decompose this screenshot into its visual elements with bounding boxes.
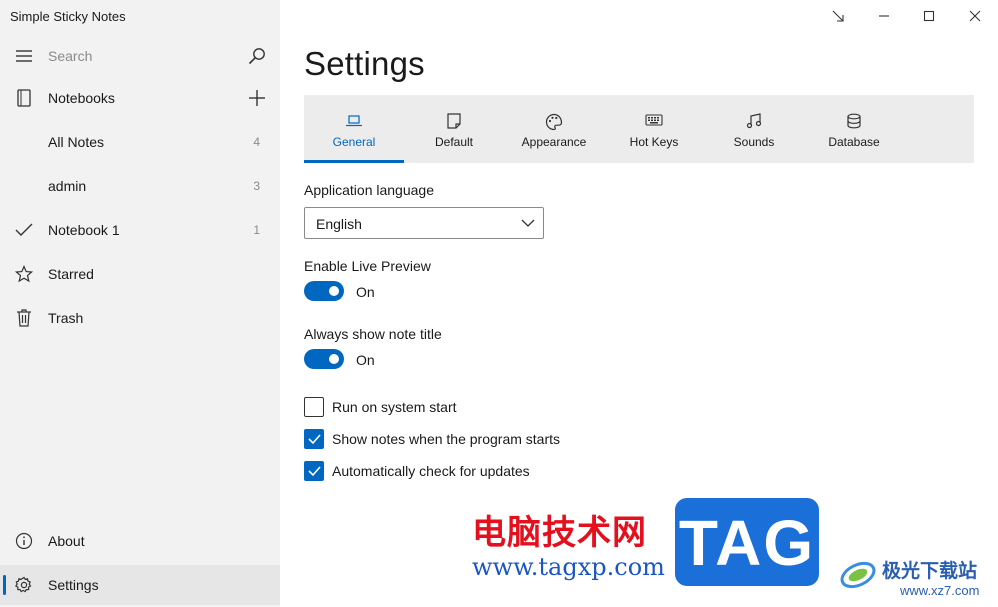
sidebar-item-label: Starred (48, 266, 94, 282)
database-icon (804, 113, 904, 131)
auto-update-label: Automatically check for updates (332, 463, 530, 479)
watermark-cn-text: 电脑技术网 (472, 513, 647, 553)
sidebar-item-notebooks[interactable]: Notebooks (0, 78, 280, 118)
tab-label: General (332, 135, 376, 149)
sidebar-item-all-notes[interactable]: All Notes 4 (0, 122, 280, 162)
add-notebook-icon[interactable] (246, 87, 268, 109)
hamburger-menu-icon[interactable] (14, 46, 34, 66)
search-row[interactable]: Search (0, 36, 280, 76)
active-tab-indicator (304, 160, 404, 163)
run-on-startup-checkbox[interactable] (304, 397, 324, 417)
toggle-knob (329, 354, 339, 364)
keyboard-icon (604, 113, 704, 131)
maximize-icon (923, 10, 935, 22)
watermark-site-name: 极光下载站 (882, 561, 978, 582)
tab-hot-keys[interactable]: Hot Keys (604, 95, 704, 163)
watermark-url: www.tagxp.com (472, 553, 665, 581)
watermark-swirl-logo-icon (838, 553, 878, 593)
app-window: Simple Sticky Notes Search Notebooks All… (0, 0, 998, 607)
sidebar-item-notebook-1[interactable]: Notebook 1 1 (0, 210, 280, 250)
language-label: Application language (304, 182, 434, 198)
show-notes-on-start-label: Show notes when the program starts (332, 431, 561, 447)
watermark-tag-text: TAG (678, 507, 816, 579)
checkmark-icon (308, 434, 321, 445)
tab-label: Database (828, 135, 880, 149)
tab-database[interactable]: Database (804, 95, 904, 163)
search-icon[interactable] (246, 45, 268, 67)
tab-default[interactable]: Default (404, 95, 504, 163)
search-input[interactable]: Search (48, 48, 92, 64)
sidebar-item-admin[interactable]: admin 3 (0, 166, 280, 206)
toggle-knob (329, 286, 339, 296)
language-selected-value: English (316, 216, 362, 232)
sidebar-item-settings[interactable]: Settings (0, 565, 280, 605)
note-title-state: On (356, 352, 375, 368)
music-icon (704, 113, 804, 131)
note-count: 4 (253, 135, 260, 149)
live-preview-label: Enable Live Preview (304, 258, 431, 274)
tab-label: Default (434, 135, 474, 149)
minimize-icon (879, 15, 889, 17)
tab-label: Appearance (521, 135, 587, 149)
sidebar-item-label: All Notes (48, 134, 105, 150)
checkmark-icon (308, 466, 321, 477)
live-preview-state: On (356, 284, 375, 300)
star-icon (14, 264, 34, 284)
maximize-button[interactable] (906, 0, 952, 32)
watermark-tag-logo: TAG (675, 498, 819, 586)
note-title-label: Always show note title (304, 326, 442, 342)
checkmark-icon (14, 220, 34, 240)
live-preview-toggle[interactable] (304, 281, 344, 301)
close-button[interactable] (952, 0, 998, 32)
close-icon (969, 10, 981, 22)
trash-icon (14, 308, 34, 328)
sidebar-item-label: Notebook 1 (48, 222, 120, 238)
app-title: Simple Sticky Notes (10, 9, 126, 24)
restore-diagonal-icon (832, 10, 844, 22)
page-title: Settings (304, 45, 425, 82)
gear-icon (14, 575, 34, 595)
run-on-startup-label: Run on system start (332, 399, 457, 415)
info-icon (14, 531, 34, 551)
chevron-down-icon (521, 216, 535, 235)
sidebar: Simple Sticky Notes Search Notebooks All… (0, 0, 280, 607)
sidebar-item-label: About (48, 533, 85, 549)
note-title-toggle[interactable] (304, 349, 344, 369)
sidebar-item-about[interactable]: About (0, 521, 280, 561)
auto-update-checkbox[interactable] (304, 461, 324, 481)
language-dropdown[interactable]: English (304, 207, 544, 239)
minimize-button[interactable] (861, 0, 907, 32)
selection-indicator (3, 575, 6, 595)
tab-appearance[interactable]: Appearance (504, 95, 604, 163)
notebook-icon (14, 88, 34, 108)
tab-general[interactable]: General (304, 95, 404, 163)
palette-icon (504, 113, 604, 131)
settings-tabbar: General Default Appearance Hot Keys Soun… (304, 95, 974, 163)
watermark-site-url: www.xz7.com (900, 583, 980, 598)
note-icon (404, 113, 504, 131)
tab-label: Hot Keys (629, 135, 679, 149)
compact-overlay-button[interactable] (815, 0, 861, 32)
note-count: 3 (253, 179, 260, 193)
sidebar-item-label: Notebooks (48, 90, 115, 106)
sidebar-item-label: Trash (48, 310, 84, 326)
laptop-icon (304, 113, 404, 131)
sidebar-item-starred[interactable]: Starred (0, 254, 280, 294)
tab-sounds[interactable]: Sounds (704, 95, 804, 163)
sidebar-item-label: admin (48, 178, 87, 194)
note-count: 1 (253, 223, 260, 237)
tab-label: Sounds (733, 135, 775, 149)
sidebar-item-trash[interactable]: Trash (0, 298, 280, 338)
show-notes-on-start-checkbox[interactable] (304, 429, 324, 449)
sidebar-item-label: Settings (48, 577, 99, 593)
